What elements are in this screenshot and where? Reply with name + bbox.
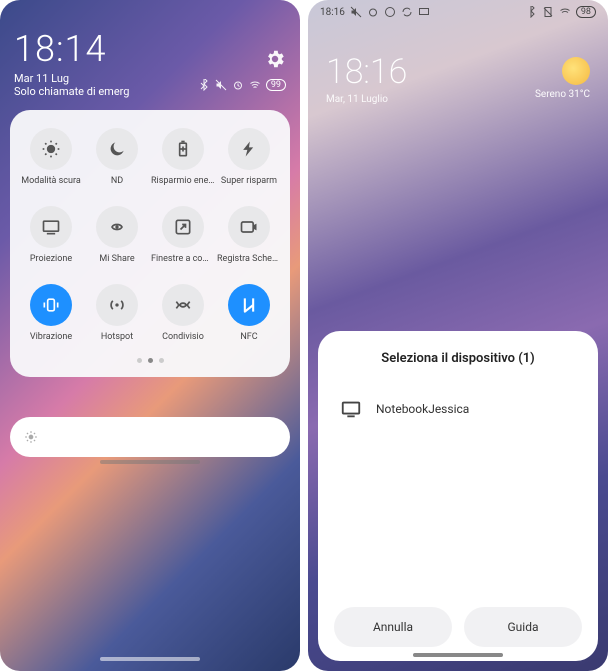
phone-left: 18:14 Mar 11 Lug Solo chiamate di emerg … (0, 0, 300, 671)
device-name: NotebookJessica (376, 402, 469, 416)
qs-tile-battery-saver[interactable]: Risparmio energet (150, 128, 216, 186)
home-date: Mar, 11 Luglio (326, 92, 407, 105)
cancel-button[interactable]: Annulla (334, 607, 452, 647)
monitor-icon (340, 398, 362, 420)
guide-button[interactable]: Guida (464, 607, 582, 647)
qs-tile-label: Risparmio energet (151, 176, 215, 186)
qs-tile-vibrate[interactable]: Vibrazione (18, 284, 84, 342)
qs-tile-mishare[interactable]: Mi Share (84, 206, 150, 264)
hotspot-icon (96, 284, 138, 326)
qs-tile-bolt[interactable]: Super risparm (216, 128, 282, 186)
status-indicators: 99 (198, 79, 286, 91)
qs-tile-moon[interactable]: ND (84, 128, 150, 186)
status-bar: 18:16 98 (308, 0, 608, 18)
qs-tile-label: Registra Schermo (217, 254, 281, 264)
battery-indicator: 99 (266, 79, 286, 91)
battery-saver-icon (162, 128, 204, 170)
home-indicator[interactable] (100, 460, 200, 464)
status-time: 18:16 (320, 7, 345, 18)
qs-tile-label: ND (111, 176, 123, 186)
mute-icon (350, 6, 362, 18)
home-indicator[interactable] (413, 653, 503, 657)
vibrate-icon (30, 284, 72, 326)
sun-icon (562, 57, 590, 85)
brightness-icon (24, 430, 38, 444)
qs-tile-label: Modalità scura (21, 176, 81, 186)
screen-record-icon (228, 206, 270, 248)
status-bar: 18:14 (0, 0, 300, 70)
cast-icon (418, 6, 430, 18)
wifi-icon (249, 79, 261, 91)
share-icon (162, 284, 204, 326)
battery-indicator: 98 (576, 6, 596, 18)
qs-tile-cast[interactable]: Proiezione (18, 206, 84, 264)
qs-tile-hotspot[interactable]: Hotspot (84, 284, 150, 342)
qs-tile-label: Super risparm (221, 176, 277, 186)
nosim-icon (542, 6, 554, 18)
qs-tile-nfc[interactable]: NFC (216, 284, 282, 342)
qs-tile-label: Condivisio (162, 332, 204, 342)
popup-window-icon (162, 206, 204, 248)
qs-tile-label: NFC (240, 332, 257, 342)
mute-icon (215, 79, 227, 91)
phone-right: 18:16 98 18:16 Mar, 11 Luglio Sereno 31°… (308, 0, 608, 671)
moon-icon (96, 128, 138, 170)
qs-tile-label: Finestre a compar (151, 254, 215, 264)
quick-settings-panel: Modalità scura ND Risparmio energet Super r… (10, 110, 290, 377)
mishare-icon (96, 206, 138, 248)
clock: 18:14 (14, 28, 106, 70)
home-indicator-bottom[interactable] (100, 657, 200, 661)
qs-tile-label: Hotspot (101, 332, 133, 342)
settings-icon[interactable] (264, 48, 286, 70)
sheet-title: Seleziona il dispositivo (1) (334, 351, 582, 366)
qs-tile-dark-mode[interactable]: Modalità scura (18, 128, 84, 186)
wifi-icon (559, 6, 571, 18)
device-select-sheet: Seleziona il dispositivo (1) NotebookJes… (318, 331, 598, 661)
device-row[interactable]: NotebookJessica (334, 392, 582, 426)
date-label: Mar 11 Lug (14, 72, 129, 85)
alarm-icon (232, 79, 244, 91)
bluetooth-icon (198, 79, 210, 91)
dark-mode-icon (30, 128, 72, 170)
qs-tile-label: Proiezione (30, 254, 72, 264)
weather-widget[interactable]: Sereno 31°C (535, 57, 590, 100)
carrier-label: Solo chiamate di emerg (14, 85, 129, 98)
qs-tile-popup-window[interactable]: Finestre a compar (150, 206, 216, 264)
qs-tile-label: Mi Share (99, 254, 134, 264)
alarm-icon (367, 6, 379, 18)
bolt-icon (228, 128, 270, 170)
bluetooth-icon (525, 6, 537, 18)
cast-icon (30, 206, 72, 248)
sync-icon (401, 6, 413, 18)
pager-dots (18, 358, 282, 363)
qs-tile-label: Vibrazione (30, 332, 72, 342)
home-clock: 18:16 (326, 52, 407, 92)
qs-tile-screen-record[interactable]: Registra Schermo (216, 206, 282, 264)
nfc-icon (228, 284, 270, 326)
qs-tile-share[interactable]: Condivisio (150, 284, 216, 342)
whatsapp-icon (384, 6, 396, 18)
brightness-slider[interactable] (10, 417, 290, 457)
